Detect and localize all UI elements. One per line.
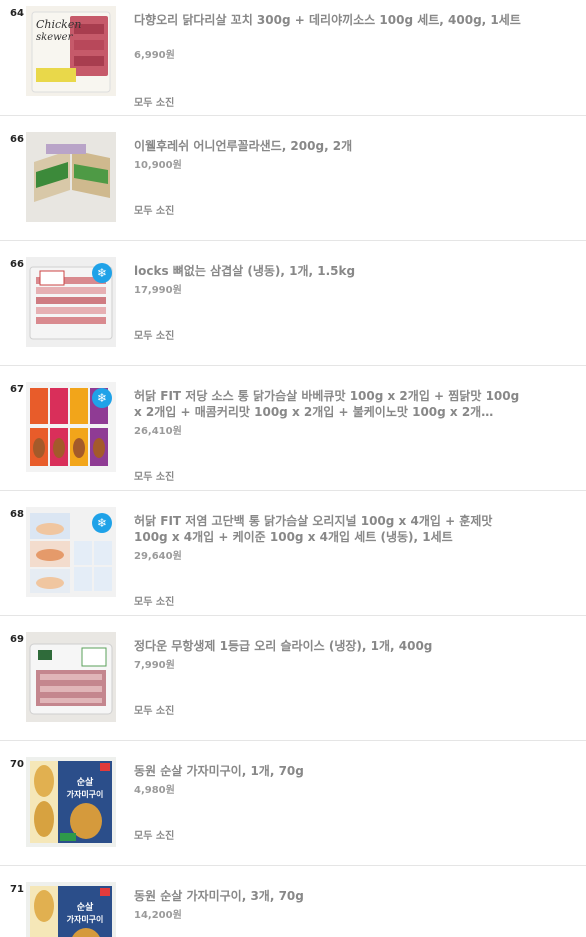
grilled-fish-package-image: 순살 가자미구이 — [26, 757, 116, 847]
snowflake-icon: ❄ — [92, 263, 112, 283]
rank-number: 66 — [10, 259, 24, 270]
product-title[interactable]: locks 뼈없는 삼겹살 (냉동), 1개, 1.5kg — [134, 263, 524, 279]
svg-text:순살: 순살 — [77, 776, 94, 788]
rank-number: 67 — [10, 384, 24, 395]
product-title[interactable]: 다향오리 닭다리살 꼬치 300g + 데리야끼소스 100g 세트, 400g… — [134, 12, 524, 28]
rank-number: 66 — [10, 134, 24, 145]
rank-number: 68 — [10, 509, 24, 520]
list-item[interactable]: 66 ❄ locks 뼈없는 삼겹살 (냉동), 1개, 1.5kg 17,99… — [0, 241, 586, 366]
product-thumbnail[interactable]: ❄ — [26, 507, 116, 597]
chicken-skewer-package-image: Chicken skewer — [26, 6, 116, 96]
snowflake-icon: ❄ — [92, 388, 112, 408]
product-thumbnail[interactable]: Chicken skewer — [26, 6, 116, 96]
list-item[interactable]: 64 Chicken skewer 다향오리 닭다리살 꼬치 300g + 데리… — [0, 0, 586, 116]
sold-out-status: 모두 소진 — [134, 706, 175, 717]
product-title[interactable]: 이웰후레쉬 어니언루꼴라샌드, 200g, 2개 — [134, 138, 524, 154]
product-price: 29,640원 — [134, 551, 182, 562]
product-price: 7,990원 — [134, 660, 175, 671]
product-thumbnail[interactable]: 순살 가자미구이 — [26, 757, 116, 847]
product-title[interactable]: 동원 순살 가자미구이, 1개, 70g — [134, 763, 524, 779]
list-item[interactable]: 70 순살 가자미구이 동원 순살 가자미구이, 1개, 70g 4,980원 … — [0, 741, 586, 866]
rank-number: 69 — [10, 634, 24, 645]
sold-out-status: 모두 소진 — [134, 206, 175, 217]
product-thumbnail[interactable] — [26, 632, 116, 722]
list-item[interactable]: 69 정다운 무항생제 1등급 오리 슬라이스 (냉장), 1개, 400g 7… — [0, 616, 586, 741]
list-item[interactable]: 66 이웰후레쉬 어니언루꼴라샌드, 200g, 2개 10,900원 모두 소… — [0, 116, 586, 241]
list-item[interactable]: 67 ❄ 허닭 FIT 저당 소스 통 닭가슴살 바베큐맛 100g x 2개입… — [0, 366, 586, 491]
product-price: 14,200원 — [134, 910, 182, 921]
svg-text:가자미구이: 가자미구이 — [67, 789, 104, 799]
product-title[interactable]: 동원 순살 가자미구이, 3개, 70g — [134, 888, 524, 904]
product-thumbnail[interactable]: ❄ — [26, 382, 116, 472]
sandwich-image — [26, 132, 116, 222]
product-title[interactable]: 정다운 무항생제 1등급 오리 슬라이스 (냉장), 1개, 400g — [134, 638, 524, 654]
product-price: 10,900원 — [134, 160, 182, 171]
sold-out-status: 모두 소진 — [134, 831, 175, 842]
product-thumbnail[interactable] — [26, 132, 116, 222]
product-title[interactable]: 허닭 FIT 저염 고단백 통 닭가슴살 오리지널 100g x 4개입 + 훈… — [134, 513, 524, 545]
product-price: 17,990원 — [134, 285, 182, 296]
grilled-fish-package-image: 순살 가자미구이 — [26, 882, 116, 937]
list-item[interactable]: 68 ❄ 허닭 FIT 저염 고단백 통 닭가슴살 오리지널 100g x 4개… — [0, 491, 586, 616]
sold-out-status: 모두 소진 — [134, 331, 175, 342]
product-title[interactable]: 허닭 FIT 저당 소스 통 닭가슴살 바베큐맛 100g x 2개입 + 찜닭… — [134, 388, 524, 420]
product-thumbnail[interactable]: 순살 가자미구이 — [26, 882, 116, 937]
duck-slice-package-image — [26, 632, 116, 722]
list-item[interactable]: 71 순살 가자미구이 동원 순살 가자미구이, 3개, 70g 14,200원 — [0, 866, 586, 937]
svg-text:순살: 순살 — [77, 901, 94, 913]
sold-out-status: 모두 소진 — [134, 98, 175, 109]
sold-out-status: 모두 소진 — [134, 597, 175, 608]
snowflake-icon: ❄ — [92, 513, 112, 533]
svg-text:가자미구이: 가자미구이 — [67, 914, 104, 924]
sold-out-status: 모두 소진 — [134, 472, 175, 483]
product-price: 6,990원 — [134, 50, 175, 61]
product-price: 26,410원 — [134, 426, 182, 437]
rank-number: 70 — [10, 759, 24, 770]
svg-text:Chicken: Chicken — [36, 18, 81, 31]
rank-number: 71 — [10, 884, 24, 895]
svg-text:skewer: skewer — [36, 32, 74, 43]
product-thumbnail[interactable]: ❄ — [26, 257, 116, 347]
rank-number: 64 — [10, 8, 24, 19]
product-price: 4,980원 — [134, 785, 175, 796]
